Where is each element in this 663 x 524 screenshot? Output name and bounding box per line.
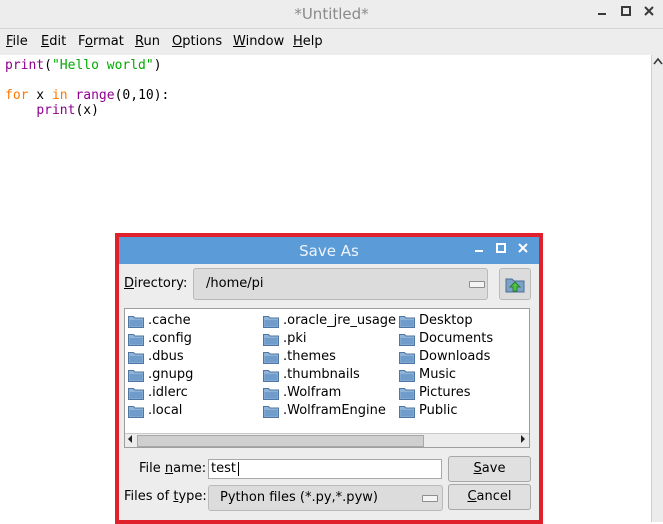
scroll-up-icon[interactable] <box>653 57 663 67</box>
menu-bar: File Edit Format Run Options Window Help <box>0 29 663 55</box>
menu-options[interactable]: Options <box>172 34 222 49</box>
code-line-3: for x in range(0,10): <box>5 88 170 103</box>
menu-file[interactable]: File <box>6 34 28 49</box>
editor-vertical-scrollbar[interactable] <box>651 55 663 522</box>
menu-window[interactable]: Window <box>233 34 284 49</box>
menu-run[interactable]: Run <box>135 34 160 49</box>
window-title: *Untitled* <box>294 5 369 23</box>
minimize-icon[interactable] <box>593 5 611 23</box>
close-icon[interactable] <box>640 5 658 23</box>
menu-edit[interactable]: Edit <box>41 34 66 49</box>
window-titlebar: *Untitled* <box>0 0 663 29</box>
highlight-frame <box>115 233 543 524</box>
menu-format[interactable]: Format <box>78 34 124 49</box>
code-line-1: print("Hello world") <box>5 58 162 73</box>
code-line-4: print(x) <box>36 103 99 118</box>
menu-help[interactable]: Help <box>293 34 323 49</box>
maximize-icon[interactable] <box>617 5 635 23</box>
